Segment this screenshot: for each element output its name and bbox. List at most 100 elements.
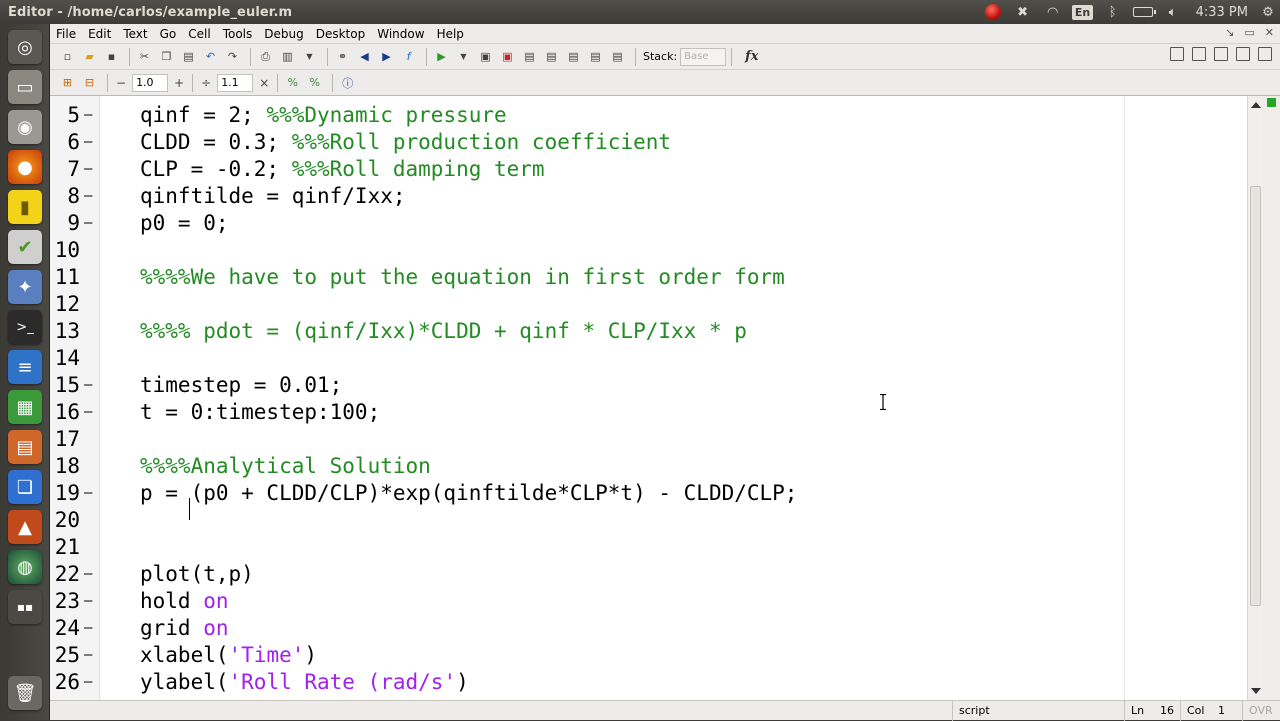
- increment-button[interactable]: +: [174, 76, 184, 90]
- scroll-up-icon[interactable]: [1251, 102, 1261, 108]
- code-line[interactable]: 16– t = 0:timestep:100;: [50, 399, 1247, 426]
- writer-icon[interactable]: ≡: [8, 350, 42, 384]
- record-indicator-icon[interactable]: [978, 0, 1008, 24]
- screenshot-camera-icon[interactable]: ◉: [8, 110, 42, 144]
- code-line[interactable]: 18 %%%%Analytical Solution: [50, 453, 1247, 480]
- menu-window[interactable]: Window: [371, 27, 430, 41]
- code-line[interactable]: 11 %%%%We have to put the equation in fir…: [50, 264, 1247, 291]
- cut-icon[interactable]: ✂: [135, 47, 154, 66]
- breakpoint-marker[interactable]: –: [84, 129, 92, 156]
- code-line[interactable]: 13 %%%% pdot = (qinf/Ixx)*CLDD + qinf * C…: [50, 318, 1247, 345]
- code-line[interactable]: 6– CLDD = 0.3; %%%Roll production coeffic…: [50, 129, 1247, 156]
- copy-icon[interactable]: ❐: [157, 47, 176, 66]
- code-line[interactable]: 24– grid on: [50, 615, 1247, 642]
- close-icon[interactable]: ✕: [1265, 26, 1274, 39]
- print-icon[interactable]: ⎙: [256, 47, 275, 66]
- step-icon[interactable]: ▤: [520, 47, 539, 66]
- menu-desktop[interactable]: Desktop: [310, 27, 372, 41]
- breakpoint-marker[interactable]: –: [84, 480, 92, 507]
- redo-icon[interactable]: ↷: [223, 47, 242, 66]
- breakpoint-marker[interactable]: –: [84, 156, 92, 183]
- help-info-icon[interactable]: ⓘ: [338, 73, 357, 92]
- dash-home-icon[interactable]: ◎: [8, 30, 42, 64]
- breakpoint-marker[interactable]: –: [84, 642, 92, 669]
- bluetooth-x-icon[interactable]: ✖: [1008, 0, 1038, 24]
- step-in-icon[interactable]: ▤: [542, 47, 561, 66]
- breakpoint-marker[interactable]: –: [84, 183, 92, 210]
- calc-icon[interactable]: ▦: [8, 390, 42, 424]
- menu-go[interactable]: Go: [154, 27, 183, 41]
- scrollbar-thumb[interactable]: [1250, 186, 1261, 606]
- float-window-icon[interactable]: [1236, 47, 1250, 61]
- tile-grid-icon[interactable]: [1170, 47, 1184, 61]
- increment-value-input[interactable]: 1.0: [132, 73, 169, 92]
- hide-cell-titles-icon[interactable]: %: [305, 73, 324, 92]
- code-line[interactable]: 14: [50, 345, 1247, 372]
- breakpoint-marker[interactable]: –: [84, 210, 92, 237]
- code-analyzer-ok-indicator[interactable]: [1267, 98, 1276, 107]
- decrement-button[interactable]: −: [116, 76, 126, 90]
- set-breakpoint-icon[interactable]: ▣: [476, 47, 495, 66]
- code-editor[interactable]: 5– qinf = 2; %%%Dynamic pressure 6– CLDD = …: [50, 96, 1247, 700]
- matlab-icon[interactable]: ▲: [8, 510, 42, 544]
- undo-icon[interactable]: ↶: [201, 47, 220, 66]
- menu-text[interactable]: Text: [117, 27, 153, 41]
- insert-cell-icon[interactable]: ⊞: [58, 73, 77, 92]
- breakpoint-marker[interactable]: –: [84, 561, 92, 588]
- clear-breakpoints-icon[interactable]: ▣: [498, 47, 517, 66]
- publish-icon[interactable]: ▥: [278, 47, 297, 66]
- forward-arrow-icon[interactable]: ▶: [377, 47, 396, 66]
- menu-file[interactable]: File: [50, 27, 82, 41]
- breakpoint-marker[interactable]: –: [84, 588, 92, 615]
- code-line[interactable]: 12: [50, 291, 1247, 318]
- document-viewer-icon[interactable]: ❏: [8, 470, 42, 504]
- impress-icon[interactable]: ▤: [8, 430, 42, 464]
- menu-cell[interactable]: Cell: [182, 27, 216, 41]
- code-line[interactable]: 17: [50, 426, 1247, 453]
- dropdown-arrow-icon[interactable]: ▼: [300, 47, 319, 66]
- code-line[interactable]: 15– timestep = 0.01;: [50, 372, 1247, 399]
- globe-icon[interactable]: ◍: [8, 550, 42, 584]
- back-arrow-icon[interactable]: ◀: [355, 47, 374, 66]
- scroll-down-icon[interactable]: [1251, 688, 1261, 694]
- function-browser-icon[interactable]: f: [399, 47, 418, 66]
- menu-debug[interactable]: Debug: [258, 27, 309, 41]
- paste-icon[interactable]: ▤: [179, 47, 198, 66]
- keyboard-layout-indicator[interactable]: En: [1068, 0, 1098, 24]
- show-cell-titles-icon[interactable]: %: [283, 73, 302, 92]
- notes-icon[interactable]: ▮: [8, 190, 42, 224]
- volume-icon[interactable]: 🔈︎: [1158, 0, 1188, 24]
- find-binoculars-icon[interactable]: ⚭: [333, 47, 352, 66]
- continue-icon[interactable]: ▤: [586, 47, 605, 66]
- bluetooth-icon[interactable]: ᛒ: [1098, 0, 1128, 24]
- breakpoint-marker[interactable]: –: [84, 399, 92, 426]
- vertical-scrollbar[interactable]: [1247, 96, 1263, 700]
- menu-edit[interactable]: Edit: [82, 27, 117, 41]
- breakpoint-marker[interactable]: –: [84, 669, 92, 696]
- stack-select[interactable]: Base: [680, 47, 727, 66]
- tile-vertical-icon[interactable]: [1192, 47, 1206, 61]
- save-icon[interactable]: ▪: [102, 47, 121, 66]
- scale-value-input[interactable]: 1.1: [217, 73, 254, 92]
- clock[interactable]: 4:33 PM: [1188, 5, 1256, 20]
- code-line[interactable]: 25– xlabel('Time'): [50, 642, 1247, 669]
- dock-icon[interactable]: ▭: [1244, 26, 1254, 39]
- maximize-icon[interactable]: [1258, 47, 1272, 61]
- code-line[interactable]: 23– hold on: [50, 588, 1247, 615]
- run-dropdown-icon[interactable]: ▼: [454, 47, 473, 66]
- code-line[interactable]: 20: [50, 507, 1247, 534]
- tile-horizontal-icon[interactable]: [1214, 47, 1228, 61]
- workspace-switcher-icon[interactable]: ▪▪: [8, 590, 42, 624]
- run-icon[interactable]: ▶: [432, 47, 451, 66]
- code-line[interactable]: 19– p = (p0 + CLDD/CLP)*exp(qinftilde*CLP…: [50, 480, 1247, 507]
- checklist-icon[interactable]: ✔: [8, 230, 42, 264]
- file-manager-icon[interactable]: ▭: [8, 70, 42, 104]
- gear-icon[interactable]: ⚙: [1256, 0, 1280, 24]
- battery-icon[interactable]: [1128, 0, 1158, 24]
- breakpoint-marker[interactable]: –: [84, 372, 92, 399]
- code-line[interactable]: 9– p0 = 0;: [50, 210, 1247, 237]
- breakpoint-marker[interactable]: –: [84, 102, 92, 129]
- code-line[interactable]: 5– qinf = 2; %%%Dynamic pressure: [50, 102, 1247, 129]
- code-line[interactable]: 22– plot(t,p): [50, 561, 1247, 588]
- wifi-icon[interactable]: ◠: [1038, 0, 1068, 24]
